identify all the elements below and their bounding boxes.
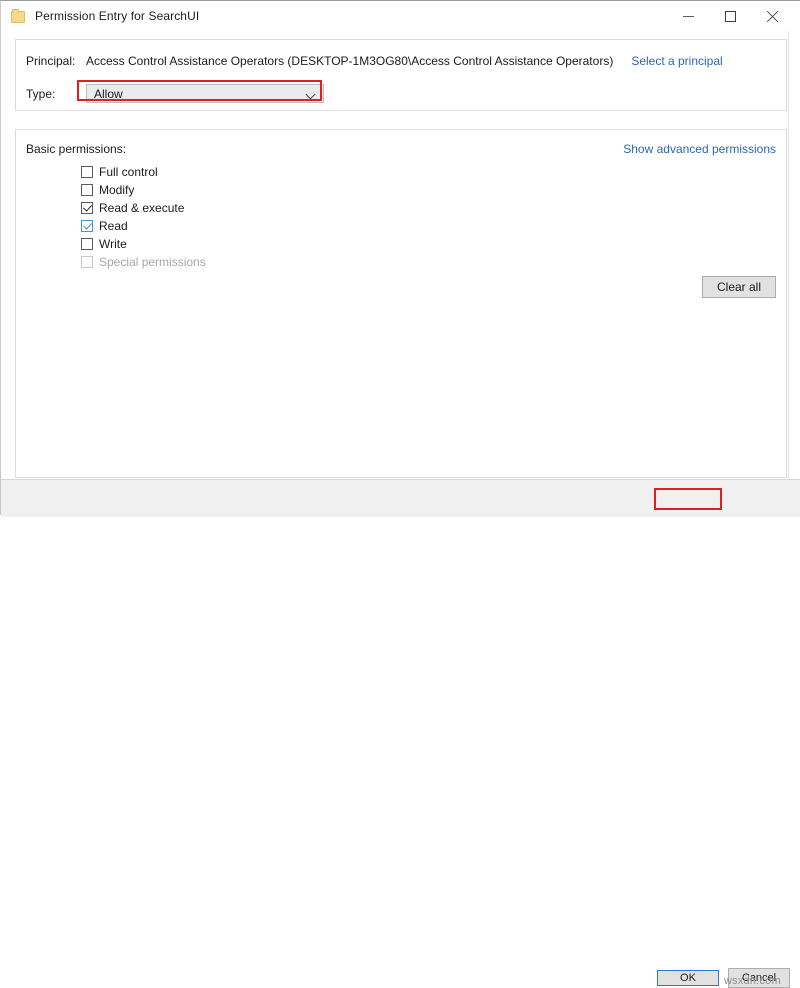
type-row: Type: Allow [26, 84, 324, 103]
checkbox-special-permissions [81, 256, 93, 268]
permission-entry-dialog: Permission Entry for SearchUI Principal:… [0, 0, 800, 988]
minimize-icon [682, 15, 694, 17]
principal-type-panel: Principal: Access Control Assistance Ope… [15, 39, 787, 111]
type-selected-value: Allow [94, 86, 123, 101]
cancel-button[interactable]: Cancel [728, 968, 790, 988]
checkbox-modify[interactable] [81, 184, 93, 196]
permission-label: Full control [99, 165, 158, 179]
window-controls [667, 1, 793, 31]
permission-row[interactable]: Full control [81, 163, 206, 181]
basic-permissions-panel: Basic permissions: Show advanced permiss… [15, 129, 787, 478]
checkbox-write[interactable] [81, 238, 93, 250]
permission-row[interactable]: Read & execute [81, 199, 206, 217]
basic-permissions-heading: Basic permissions: [26, 142, 127, 156]
permission-row[interactable]: Read [81, 217, 206, 235]
principal-value: Access Control Assistance Operators (DES… [86, 54, 614, 68]
permission-label: Special permissions [99, 255, 206, 269]
close-icon [766, 10, 779, 23]
title-bar: Permission Entry for SearchUI [1, 1, 800, 31]
ok-button[interactable]: OK [657, 970, 719, 986]
checkbox-read[interactable] [81, 220, 93, 232]
permission-label: Write [99, 237, 127, 251]
type-label: Type: [26, 86, 56, 101]
checkbox-read-execute[interactable] [81, 202, 93, 214]
maximize-icon [724, 10, 736, 22]
permission-label: Read [99, 219, 128, 233]
select-a-principal-link[interactable]: Select a principal [631, 54, 722, 68]
permission-label: Modify [99, 183, 135, 197]
chevron-down-icon [307, 91, 315, 99]
type-dropdown[interactable]: Allow [86, 84, 324, 103]
permission-row[interactable]: Write [81, 235, 206, 253]
folder-icon [10, 8, 26, 24]
window-right-edge [788, 31, 800, 479]
principal-label: Principal: [26, 54, 76, 68]
maximize-button[interactable] [709, 3, 751, 29]
minimize-button[interactable] [667, 3, 709, 29]
show-advanced-permissions-link[interactable]: Show advanced permissions [623, 142, 776, 156]
window-title: Permission Entry for SearchUI [35, 9, 200, 23]
permission-label: Read & execute [99, 201, 185, 215]
clear-all-button[interactable]: Clear all [702, 276, 776, 298]
permission-checkbox-list: Full control Modify Read & execute Read Writ… [81, 163, 206, 271]
permission-row: Special permissions [81, 253, 206, 271]
checkbox-full-control[interactable] [81, 166, 93, 178]
permission-row[interactable]: Modify [81, 181, 206, 199]
principal-row: Principal: Access Control Assistance Ope… [26, 54, 723, 68]
dialog-footer: OK Cancel wsxdn.com [1, 479, 800, 988]
close-button[interactable] [751, 3, 793, 29]
